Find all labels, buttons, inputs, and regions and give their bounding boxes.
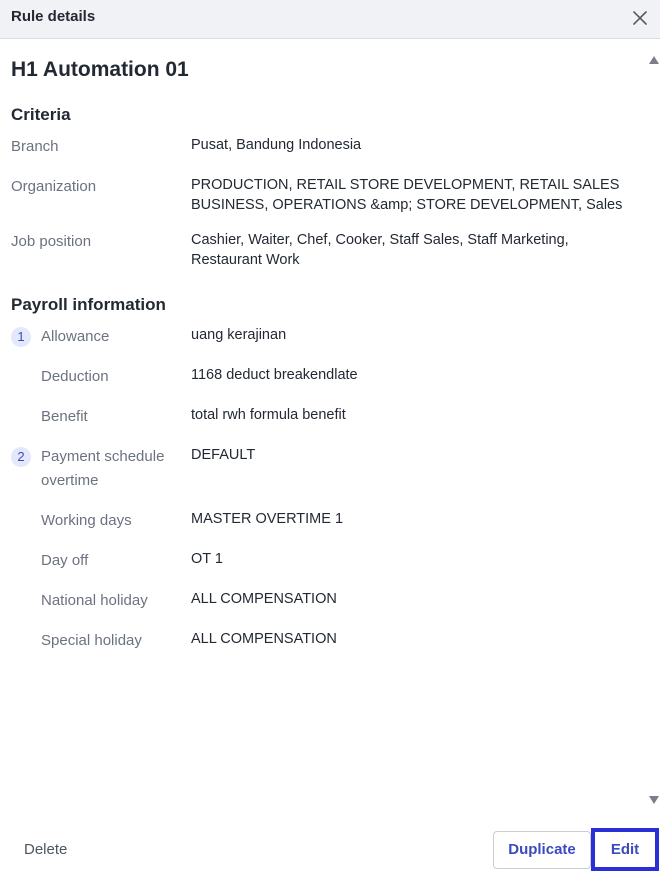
close-icon[interactable] <box>628 6 652 30</box>
step-badge-1: 1 <box>11 327 31 347</box>
job-position-label: Job position <box>11 233 92 250</box>
day-off-label: Day off <box>41 552 89 569</box>
allowance-value: uang kerajinan <box>191 327 287 343</box>
national-holiday-value: ALL COMPENSATION <box>191 591 337 607</box>
branch-value: Pusat, Bandung Indonesia <box>191 137 362 153</box>
payment-schedule-label-line-2: overtime <box>41 472 99 489</box>
special-holiday-label: Special holiday <box>41 632 142 649</box>
rule-name-heading: H1 Automation 01 <box>11 58 189 81</box>
deduction-value: 1168 deduct breakendlate <box>191 367 358 383</box>
allowance-label: Allowance <box>41 328 110 345</box>
branch-label: Branch <box>11 138 59 155</box>
criteria-section-title: Criteria <box>11 105 71 124</box>
job-position-value-line-2: Restaurant Work <box>191 252 300 268</box>
dialog-title: Rule details <box>11 8 96 25</box>
rule-details-content[interactable] <box>0 40 646 810</box>
national-holiday-label: National holiday <box>41 592 148 609</box>
step-badge-2: 2 <box>11 447 31 467</box>
working-days-value: MASTER OVERTIME 1 <box>191 511 344 527</box>
special-holiday-value: ALL COMPENSATION <box>191 631 337 647</box>
deduction-label: Deduction <box>41 368 109 385</box>
scroll-up-arrow-icon[interactable] <box>648 52 660 64</box>
organization-value-line-1: PRODUCTION, RETAIL STORE DEVELOPMENT, RE… <box>191 177 620 193</box>
dialog-header: Rule details <box>0 0 660 39</box>
edit-button[interactable]: Edit <box>591 828 659 871</box>
organization-value-line-2: BUSINESS, OPERATIONS &amp; STORE DEVELOP… <box>191 197 623 213</box>
benefit-value: total rwh formula benefit <box>191 407 346 423</box>
payment-schedule-value: DEFAULT <box>191 447 256 463</box>
duplicate-button[interactable]: Duplicate <box>493 831 591 869</box>
payroll-section-title: Payroll information <box>11 295 166 314</box>
scroll-down-arrow-icon[interactable] <box>648 792 660 804</box>
payment-schedule-label-line-1: Payment schedule <box>41 448 165 465</box>
day-off-value: OT 1 <box>191 551 223 567</box>
benefit-label: Benefit <box>41 408 88 425</box>
organization-label: Organization <box>11 178 97 195</box>
working-days-label: Working days <box>41 512 132 529</box>
job-position-value-line-1: Cashier, Waiter, Chef, Cooker, Staff Sal… <box>191 232 569 248</box>
delete-button[interactable]: Delete <box>24 841 67 858</box>
